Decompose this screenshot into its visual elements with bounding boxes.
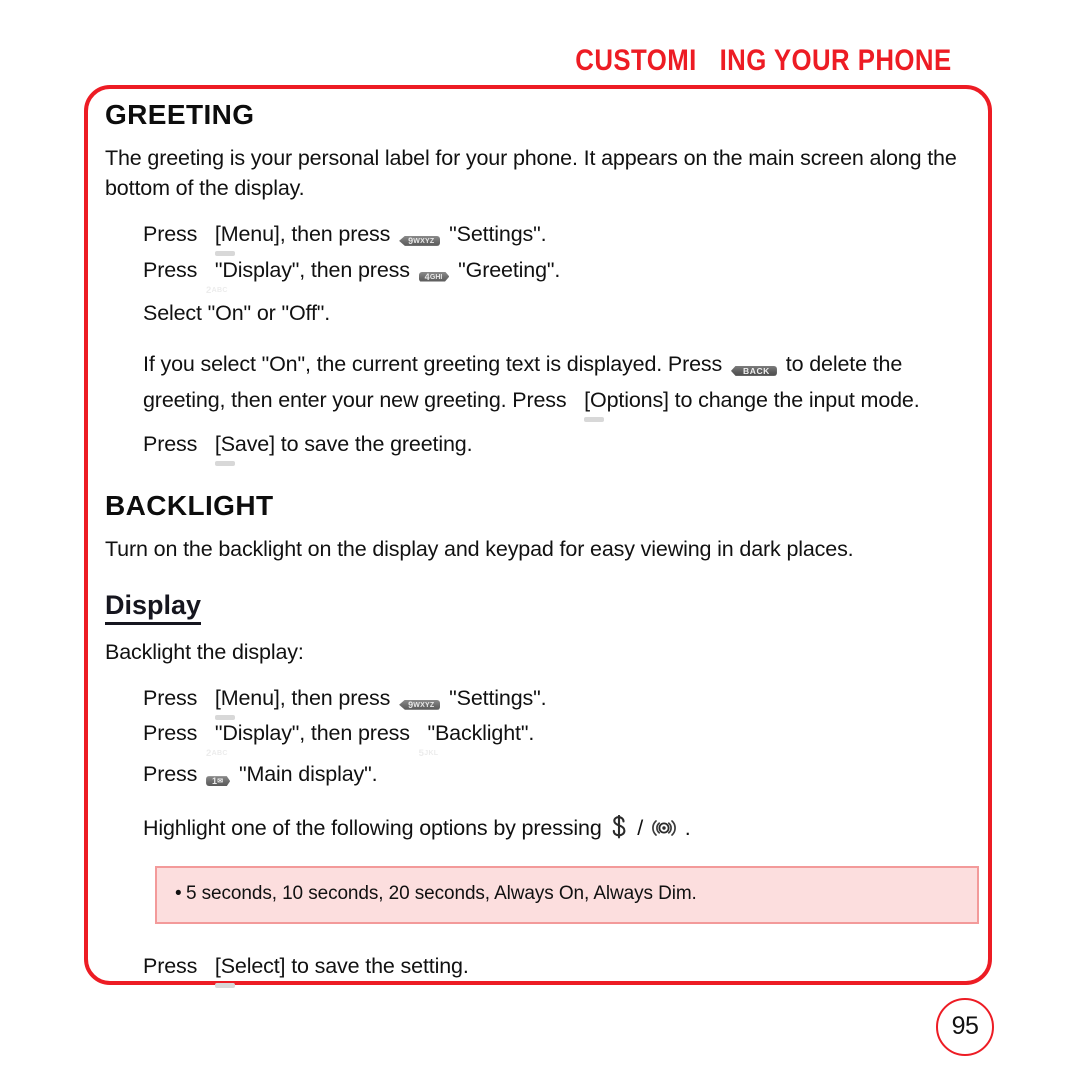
options-note-box: • 5 seconds, 10 seconds, 20 seconds, Alw…: [155, 866, 979, 925]
greeting-step4-text-a: If you select "On", the current greeting…: [143, 351, 723, 376]
backlight-step3-text-b: "Main display".: [238, 762, 378, 787]
page-header: CUSTOMI ING YOUR PHONE: [0, 44, 1060, 78]
key-9-wxyz-icon[interactable]: 9WXYZ: [399, 221, 441, 254]
greeting-step-2: Press 2ABC "Display", then press 4GHI "G…: [143, 257, 561, 296]
greeting-step2-text-b: "Display", then press: [214, 257, 410, 282]
backlight-step1-text-a: Press: [143, 685, 198, 710]
content-area: GREETING The greeting is your personal l…: [105, 99, 985, 983]
nav-up-down-icon[interactable]: [609, 814, 629, 841]
backlight-step-4: Highlight one of the following options b…: [143, 812, 985, 845]
greeting-step1-text-a: Press: [143, 221, 198, 246]
backlight-step2-text-b: "Display", then press: [214, 721, 410, 746]
backlight-step1-text-c: "Settings".: [449, 685, 547, 710]
greeting-step-4: If you select "On", the current greeting…: [143, 348, 985, 416]
display-subheading: Display: [105, 590, 202, 626]
greeting-step4-text-c: [Options] to change the input mode.: [584, 387, 920, 412]
greeting-step2-text-c: "Greeting".: [458, 257, 561, 282]
back-key-icon[interactable]: BACK: [730, 351, 777, 384]
greeting-step5-text-b: [Save] to save the greeting.: [214, 432, 473, 457]
greeting-heading: GREETING: [105, 99, 255, 130]
backlight-step2-text-c: "Backlight".: [427, 721, 535, 746]
note-bullet: •: [175, 883, 182, 905]
greeting-step5-text-a: Press: [143, 432, 198, 457]
backlight-lead-in: Backlight the display:: [105, 640, 304, 665]
note-text: 5 seconds, 10 seconds, 20 seconds, Alway…: [186, 883, 697, 905]
backlight-intro: Turn on the backlight on the display and…: [105, 536, 854, 561]
key-1-icon[interactable]: 1✉: [206, 761, 231, 794]
backlight-step4-text-end: .: [684, 815, 691, 840]
backlight-step-5: Press [Select] to save the setting.: [143, 950, 985, 983]
greeting-step-3: Select "On" or "Off".: [143, 301, 331, 326]
greeting-step2-text-a: Press: [143, 257, 198, 282]
backlight-step4-text-a: Highlight one of the following options b…: [143, 815, 602, 840]
greeting-step1-text-c: "Settings".: [449, 221, 547, 246]
backlight-step1-text-b: [Menu], then press: [214, 685, 391, 710]
page-number: 95: [951, 1012, 979, 1040]
backlight-step4-separator: /: [637, 815, 644, 840]
greeting-step1-text-b: [Menu], then press: [214, 221, 391, 246]
backlight-step-3: Press 1✉ "Main display".: [143, 758, 985, 794]
ok-center-key-icon[interactable]: [651, 816, 677, 840]
key-4-ghi-icon[interactable]: 4GHI: [418, 257, 450, 290]
backlight-step5-text-a: Press: [143, 954, 198, 979]
key-9-wxyz-icon[interactable]: 9WXYZ: [399, 685, 441, 718]
backlight-step-2: Press 2ABC "Display", then press 5JKL "B…: [143, 721, 535, 760]
backlight-heading: BACKLIGHT: [105, 489, 274, 521]
greeting-step-5: Press [Save] to save the greeting.: [143, 428, 985, 461]
page-header-title: CUSTOMI ING YOUR PHONE: [575, 44, 952, 77]
backlight-step3-text-a: Press: [143, 762, 198, 787]
backlight-step-1: Press [Menu], then press 9WXYZ "Settings…: [143, 682, 985, 718]
backlight-step2-text-a: Press: [143, 721, 198, 746]
page-number-badge: 95: [936, 998, 994, 1056]
greeting-intro: The greeting is your personal label for …: [105, 145, 957, 201]
greeting-step-1: Press [Menu], then press 9WXYZ "Settings…: [143, 218, 985, 254]
backlight-step5-text-b: [Select] to save the setting.: [214, 954, 469, 979]
